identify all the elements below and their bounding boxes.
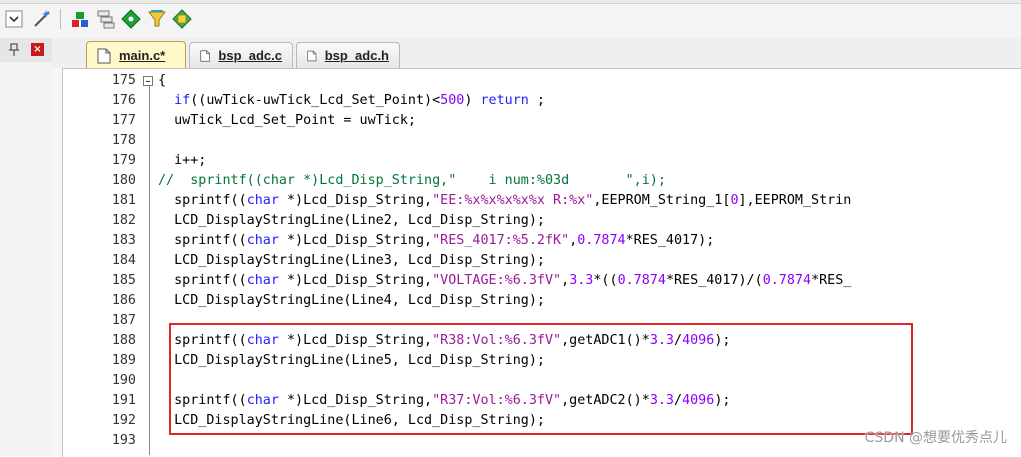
line-number: 191 [111, 393, 136, 408]
code-line[interactable]: 190 [63, 371, 1021, 391]
line-number: 177 [111, 113, 136, 128]
watermark: CSDN @想要优秀点儿 [864, 430, 1007, 446]
code-line[interactable]: 179 i++; [63, 151, 1021, 171]
code-text: sprintf((char *)Lcd_Disp_String,"R38:Vol… [158, 333, 731, 348]
code-text: LCD_DisplayStringLine(Line3, Lcd_Disp_St… [158, 253, 545, 268]
code-text: // sprintf((char *)Lcd_Disp_String," i n… [158, 173, 666, 188]
code-line[interactable]: 177 uwTick_Lcd_Set_Point = uwTick; [63, 111, 1021, 131]
code-line[interactable]: 191 sprintf((char *)Lcd_Disp_String,"R37… [63, 391, 1021, 411]
code-line[interactable]: 180 // sprintf((char *)Lcd_Disp_String," … [63, 171, 1021, 191]
code-line[interactable]: 184 LCD_DisplayStringLine(Line3, Lcd_Dis… [63, 251, 1021, 271]
build-target-icon[interactable] [70, 9, 90, 29]
line-number: 183 [111, 233, 136, 248]
code-line[interactable]: 182 LCD_DisplayStringLine(Line2, Lcd_Dis… [63, 211, 1021, 231]
code-line[interactable]: 178 [63, 131, 1021, 151]
toolbar [0, 0, 1021, 39]
line-number: 180 [111, 173, 136, 188]
code-text: LCD_DisplayStringLine(Line4, Lcd_Disp_St… [158, 293, 545, 308]
tab-main-c[interactable]: main.c* [86, 41, 186, 69]
line-number: 181 [111, 193, 136, 208]
diamond-green-icon[interactable] [121, 9, 141, 29]
code-text: i++; [158, 153, 207, 168]
pane-header: × [0, 38, 52, 62]
line-number: 188 [111, 333, 136, 348]
tab-bsp-adc-c[interactable]: bsp_adc.c [189, 42, 293, 68]
line-number: 182 [111, 213, 136, 228]
tab-label: bsp_adc.c [218, 48, 282, 63]
line-number: 178 [111, 133, 136, 148]
pin-icon[interactable] [8, 43, 20, 57]
line-number: 176 [111, 93, 136, 108]
code-text: LCD_DisplayStringLine(Line6, Lcd_Disp_St… [158, 413, 545, 428]
batch-build-icon[interactable] [96, 9, 116, 29]
line-number: 179 [111, 153, 136, 168]
code-text: uwTick_Lcd_Set_Point = uwTick; [158, 113, 416, 128]
code-line[interactable]: 175 { [63, 71, 1021, 91]
code-text: sprintf((char *)Lcd_Disp_String,"EE:%x%x… [158, 193, 852, 208]
line-number: 189 [111, 353, 136, 368]
code-text: LCD_DisplayStringLine(Line2, Lcd_Disp_St… [158, 213, 545, 228]
code-line[interactable]: 183 sprintf((char *)Lcd_Disp_String,"RES… [63, 231, 1021, 251]
code-text: sprintf((char *)Lcd_Disp_String,"R37:Vol… [158, 393, 731, 408]
funnel-icon[interactable] [147, 9, 167, 29]
manage-components-icon[interactable] [172, 9, 192, 29]
code-text: if((uwTick-uwTick_Lcd_Set_Point)<500) re… [174, 93, 545, 108]
line-number: 185 [111, 273, 136, 288]
code-text: sprintf((char *)Lcd_Disp_String,"VOLTAGE… [158, 273, 852, 288]
code-line[interactable]: 181 sprintf((char *)Lcd_Disp_String,"EE:… [63, 191, 1021, 211]
line-number: 184 [111, 253, 136, 268]
line-number: 175 [111, 73, 136, 88]
editor-tab-bar: main.c* bsp_adc.c bsp_adc.h [52, 38, 1021, 69]
code-text: { [158, 73, 167, 88]
code-line[interactable]: 189 LCD_DisplayStringLine(Line5, Lcd_Dis… [63, 351, 1021, 371]
line-number: 192 [111, 413, 136, 428]
tab-label: main.c* [119, 48, 166, 63]
close-icon[interactable]: × [31, 43, 44, 56]
tab-label: bsp_adc.h [324, 48, 389, 63]
file-icon [97, 48, 111, 63]
code-editor[interactable]: 175 {176 if((uwTick-uwTick_Lcd_Set_Point)… [62, 68, 1021, 457]
code-line[interactable]: 185 sprintf((char *)Lcd_Disp_String,"VOL… [63, 271, 1021, 291]
toolbar-separator [60, 9, 61, 29]
code-line[interactable]: 176 if((uwTick-uwTick_Lcd_Set_Point)<500… [63, 91, 1021, 111]
checkbox-dropdown-icon[interactable] [4, 9, 24, 29]
code-text: LCD_DisplayStringLine(Line5, Lcd_Disp_St… [158, 353, 545, 368]
tab-bsp-adc-h[interactable]: bsp_adc.h [296, 42, 400, 68]
file-icon [307, 50, 317, 61]
magic-wand-icon[interactable] [32, 9, 52, 29]
file-icon [200, 49, 211, 62]
code-line[interactable]: 187 [63, 311, 1021, 331]
code-line[interactable]: 188 sprintf((char *)Lcd_Disp_String,"R38… [63, 331, 1021, 351]
line-number: 187 [111, 313, 136, 328]
line-number: 193 [111, 433, 136, 448]
code-line[interactable]: 186 LCD_DisplayStringLine(Line4, Lcd_Dis… [63, 291, 1021, 311]
line-number: 186 [111, 293, 136, 308]
toolbar-top-edge [0, 0, 1021, 4]
line-number: 190 [111, 373, 136, 388]
project-pane-strip: × [0, 38, 53, 456]
code-text: sprintf((char *)Lcd_Disp_String,"RES_401… [158, 233, 715, 248]
